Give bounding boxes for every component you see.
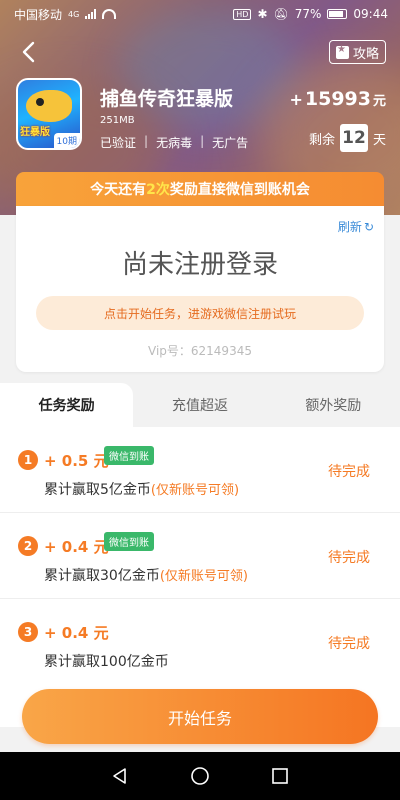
promo-text-before: 今天还有	[90, 182, 147, 198]
network-label: 4G	[68, 9, 80, 19]
task-row[interactable]: 1 + 0.5 元 微信到账 累计赢取5亿金币(仅新账号可领) 待完成	[0, 427, 400, 513]
guide-button[interactable]: 攻略	[328, 40, 386, 64]
tab-extra-rewards[interactable]: 额外奖励	[267, 383, 400, 427]
status-bar: 中国移动 4G HD ✱ 🔕︎ 77% 09:44	[0, 0, 400, 28]
clock: 09:44	[353, 7, 388, 21]
reward-amount: 15993	[304, 88, 371, 110]
refresh-label: 刷新	[337, 220, 362, 234]
task-row[interactable]: 2 + 0.4 元 微信到账 累计赢取30亿金币(仅新账号可领) 待完成	[0, 513, 400, 599]
signal-icon	[85, 9, 97, 19]
system-nav-bar	[0, 752, 400, 800]
remain-prefix: 剩余	[308, 132, 335, 148]
back-arrow-icon	[22, 41, 35, 63]
task-index: 3	[18, 622, 38, 642]
remain-days-value: 12	[339, 124, 368, 152]
task-status: 待完成	[328, 550, 370, 566]
app-size: 251MB	[100, 115, 135, 126]
app-icon: 狂暴版 10期	[16, 78, 82, 150]
task-status: 待完成	[328, 636, 370, 652]
task-amount: + 0.5 元	[44, 452, 109, 470]
wechat-badge: 微信到账	[104, 446, 154, 465]
task-note: (仅新账号可领)	[150, 483, 240, 498]
reward-plus: +	[289, 90, 303, 109]
app-title: 捕鱼传奇狂暴版	[100, 88, 234, 110]
battery-percent: 77%	[294, 7, 322, 21]
task-desc-text: 累计赢取5亿金币	[44, 482, 151, 498]
task-index: 1	[18, 450, 38, 470]
reward-unit: 元	[372, 94, 386, 109]
mute-icon: 🔕︎	[273, 7, 289, 21]
task-desc: 累计赢取30亿金币(仅新账号可领)	[44, 565, 248, 585]
total-reward: + 15993 元	[289, 88, 386, 110]
task-row[interactable]: 3 + 0.4 元 累计赢取100亿金币 待完成	[0, 599, 400, 685]
wechat-badge: 微信到账	[104, 532, 154, 551]
guide-icon	[335, 44, 349, 59]
login-card: 刷新 ↻ 尚未注册登录 点击开始任务，进游戏微信注册试玩 Vip号：621493…	[16, 206, 384, 372]
hd-icon: HD	[233, 8, 252, 20]
task-desc: 累计赢取5亿金币(仅新账号可领)	[44, 479, 239, 499]
carrier-label: 中国移动	[14, 7, 63, 22]
remain-suffix: 天	[372, 132, 386, 148]
task-amount: + 0.4 元	[44, 538, 109, 556]
tag-separator: |	[144, 134, 149, 148]
tag-separator: |	[200, 134, 205, 148]
tag-no-virus: 无病毒	[156, 136, 193, 150]
task-index: 2	[18, 536, 38, 556]
app-icon-tag: 狂暴版	[20, 127, 50, 138]
tag-verified: 已验证	[100, 136, 137, 150]
nav-back-icon[interactable]	[110, 766, 130, 786]
promo-text-after: 奖励直接微信到账机会	[169, 182, 310, 198]
task-desc: 累计赢取100亿金币	[44, 651, 169, 671]
refresh-icon: ↻	[363, 219, 374, 234]
tag-no-ads: 无广告	[212, 136, 249, 150]
task-desc-text: 累计赢取30亿金币	[44, 568, 160, 584]
start-task-button[interactable]: 开始任务	[22, 689, 378, 744]
remaining-days: 剩余 12 天	[309, 124, 386, 152]
tab-recharge-rebate[interactable]: 充值超返	[133, 383, 266, 427]
fish-icon	[26, 90, 72, 122]
promo-count: 2次	[146, 182, 170, 198]
back-button[interactable]	[18, 40, 42, 64]
login-status: 尚未注册登录	[121, 250, 278, 280]
promo-banner: 今天还有 2次 奖励直接微信到账机会	[16, 172, 384, 206]
task-desc-text: 累计赢取100亿金币	[44, 654, 169, 670]
app-tags: 已验证 | 无病毒 | 无广告	[100, 134, 248, 151]
tab-bar: 任务奖励 充值超返 额外奖励	[0, 383, 400, 427]
task-note: (仅新账号可领)	[159, 569, 248, 584]
task-amount: + 0.4 元	[44, 624, 109, 642]
register-hint: 点击开始任务，进游戏微信注册试玩	[36, 296, 364, 330]
task-status: 待完成	[328, 464, 370, 480]
battery-icon	[327, 9, 348, 19]
vip-number: Vip号：62149345	[148, 344, 252, 358]
nav-recent-icon[interactable]	[270, 766, 290, 786]
guide-label: 攻略	[352, 46, 379, 62]
task-list: 1 + 0.5 元 微信到账 累计赢取5亿金币(仅新账号可领) 待完成 2 + …	[0, 427, 400, 727]
refresh-button[interactable]: 刷新 ↻	[338, 218, 374, 235]
tab-task-rewards[interactable]: 任务奖励	[0, 383, 134, 427]
nav-home-icon[interactable]	[190, 766, 210, 786]
wifi-icon	[102, 9, 117, 19]
issue-badge: 10期	[53, 133, 80, 148]
bluetooth-icon: ✱	[257, 7, 268, 21]
